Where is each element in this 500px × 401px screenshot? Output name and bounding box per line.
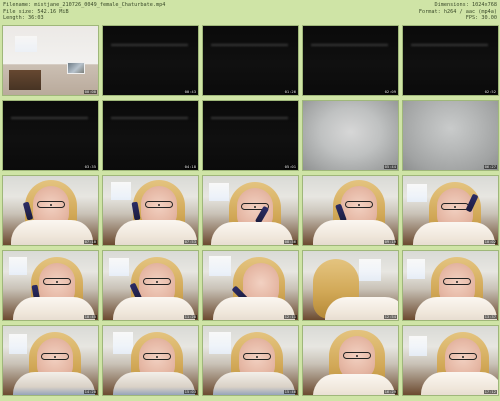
dimensions-text: Dimensions: 1024x768 [434, 2, 497, 8]
fps-text: FPS: 30.00 [465, 15, 497, 22]
thumbnail: 15:46 [202, 325, 299, 396]
thumbnail: 15:03 [102, 325, 199, 396]
timestamp-label: 02:52 [483, 88, 497, 94]
thumbnail: 17:12 [402, 325, 499, 396]
timestamp-label: 11:28 [183, 313, 197, 319]
thumbnail: 11:28 [102, 250, 199, 321]
thumbnail: 00:00 [2, 25, 99, 96]
filename-text: Filename: mistjane_210726_0049_female_Ch… [3, 2, 166, 8]
timestamp-label: 17:12 [483, 388, 497, 394]
timestamp-label: 07:53 [183, 238, 197, 244]
timestamp-label: 05:01 [283, 163, 297, 169]
timestamp-label: 16:29 [383, 388, 397, 394]
timestamp-label: 07:10 [83, 238, 97, 244]
thumbnail: 08:36 [202, 175, 299, 246]
metadata-header: Filename: mistjane_210726_0049_female_Ch… [0, 0, 500, 24]
thumbnail: 13:37 [402, 250, 499, 321]
timestamp-label: 02:09 [383, 88, 397, 94]
timestamp-label: 09:19 [383, 238, 397, 244]
timestamp-label: 12:11 [283, 313, 297, 319]
thumbnail: 05:44 [302, 100, 399, 171]
timestamp-label: 08:36 [283, 238, 297, 244]
thumbnail: 02:52 [402, 25, 499, 96]
thumbnail: 07:53 [102, 175, 199, 246]
thumbnail: 10:45 [2, 250, 99, 321]
thumbnail: 09:19 [302, 175, 399, 246]
metadata-left: Filename: mistjane_210726_0049_female_Ch… [3, 2, 165, 22]
thumbnail: 02:09 [302, 25, 399, 96]
timestamp-label: 13:37 [483, 313, 497, 319]
timestamp-label: 15:03 [183, 388, 197, 394]
timestamp-label: 12:54 [383, 313, 397, 319]
thumbnail: 00:43 [102, 25, 199, 96]
timestamp-label: 15:46 [283, 388, 297, 394]
thumbnail-grid: 00:00 00:43 01:26 02:09 02:52 03:35 04:1… [2, 25, 499, 400]
thumbnail: 04:18 [102, 100, 199, 171]
timestamp-label: 06:27 [483, 163, 497, 169]
thumbnail: 12:54 [302, 250, 399, 321]
contact-sheet: Filename: mistjane_210726_0049_female_Ch… [0, 0, 500, 401]
timestamp-label: 10:02 [483, 238, 497, 244]
thumbnail: 01:26 [202, 25, 299, 96]
length-text: Length: 36:03 [3, 15, 44, 22]
thumbnail: 07:10 [2, 175, 99, 246]
thumbnail: 06:27 [402, 100, 499, 171]
thumbnail: 10:02 [402, 175, 499, 246]
format-text: Format: h264 / aac (mp4a) [418, 8, 497, 15]
timestamp-label: 10:45 [83, 313, 97, 319]
thumbnail: 16:29 [302, 325, 399, 396]
timestamp-label: 00:00 [83, 88, 97, 94]
thumbnail: 12:11 [202, 250, 299, 321]
timestamp-label: 00:43 [183, 88, 197, 94]
timestamp-label: 01:26 [283, 88, 297, 94]
timestamp-label: 05:44 [383, 163, 397, 169]
timestamp-label: 03:35 [83, 163, 97, 169]
thumbnail: 03:35 [2, 100, 99, 171]
metadata-right: Dimensions: 1024x768 Format: h264 / aac … [419, 2, 497, 22]
filesize-text: File size: 542.16 MiB [3, 8, 69, 15]
timestamp-label: 04:18 [183, 163, 197, 169]
timestamp-label: 14:20 [83, 388, 97, 394]
thumbnail: 14:20 [2, 325, 99, 396]
thumbnail: 05:01 [202, 100, 299, 171]
